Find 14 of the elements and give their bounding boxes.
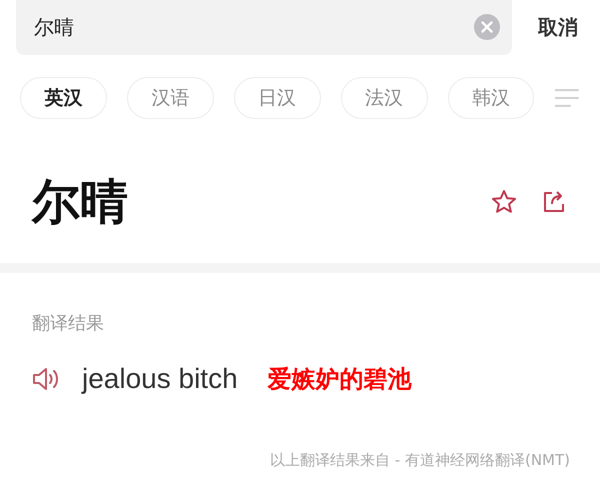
annotation-text: 爱嫉妒的碧池 bbox=[268, 364, 412, 395]
star-icon[interactable] bbox=[490, 188, 518, 216]
dictionary-tab[interactable]: 汉语 bbox=[126, 77, 214, 119]
cancel-button[interactable]: 取消 bbox=[532, 10, 584, 45]
search-field[interactable]: 尔晴 bbox=[16, 0, 512, 55]
dictionary-tab[interactable]: 日汉 bbox=[234, 77, 321, 119]
translation-text: jealous bitch bbox=[82, 363, 238, 395]
dictionary-tab[interactable]: 韩汉 bbox=[448, 77, 534, 119]
section-heading: 翻译结果 bbox=[31, 312, 105, 335]
source-note: 以上翻译结果来自 - 有道神经网络翻译(NMT) bbox=[269, 450, 571, 470]
speaker-icon[interactable] bbox=[32, 366, 60, 392]
dictionary-tab[interactable]: 法汉 bbox=[340, 77, 428, 119]
dictionary-tab[interactable]: 英汉 bbox=[20, 77, 107, 119]
headword: 尔晴 bbox=[32, 173, 129, 232]
